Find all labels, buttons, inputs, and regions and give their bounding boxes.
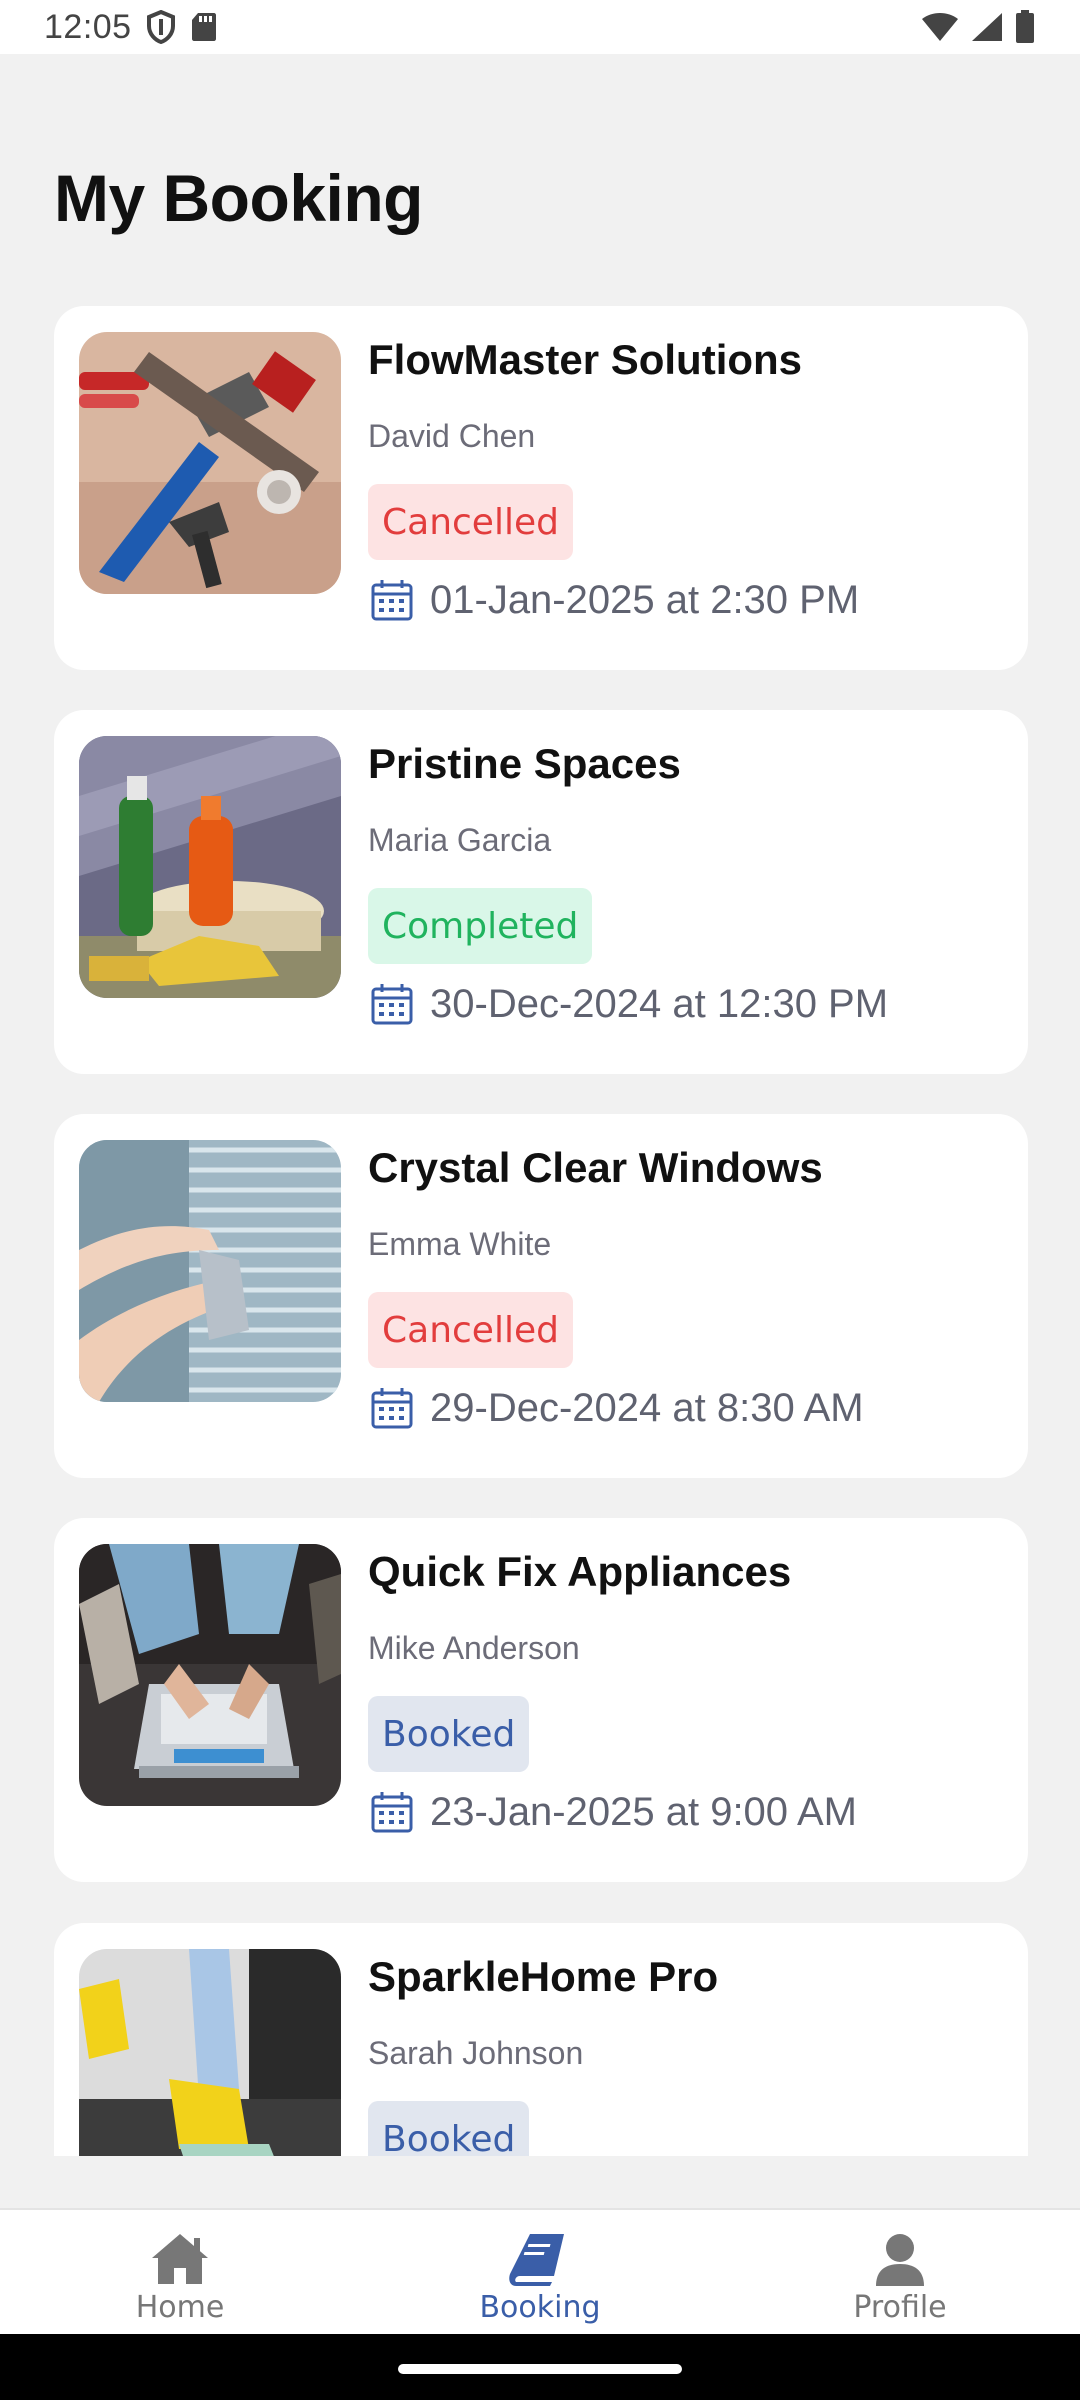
- bottom-nav: Home Booking Profile: [0, 2208, 1080, 2334]
- booking-thumbnail-appliances: [79, 1544, 341, 1806]
- book-icon: [509, 2234, 564, 2286]
- booking-datetime: 23-Jan-2025 at 9:00 AM: [430, 1789, 857, 1834]
- booking-card[interactable]: Quick Fix Appliances Mike Anderson Booke…: [54, 1518, 1028, 1882]
- booking-date: 29-Dec-2024 at 8:30 AM: [368, 1384, 864, 1432]
- wifi-icon: [920, 11, 960, 43]
- nav-item-home[interactable]: Home: [0, 2210, 360, 2334]
- status-bar: 12:05: [0, 0, 1080, 54]
- booking-title: Quick Fix Appliances: [368, 1548, 792, 1595]
- booking-card[interactable]: Pristine Spaces Maria Garcia Completed 3…: [54, 710, 1028, 1074]
- booking-provider: Emma White: [368, 1226, 552, 1262]
- booking-thumbnail-cleaning: [79, 736, 341, 998]
- booking-card[interactable]: SparkleHome Pro Sarah Johnson Booked: [54, 1923, 1028, 2156]
- booking-title: FlowMaster Solutions: [368, 336, 803, 383]
- page-title: My Booking: [54, 161, 424, 235]
- calendar-icon: [371, 580, 413, 621]
- status-right: [920, 10, 1036, 44]
- status-badge: Booked: [368, 2101, 530, 2156]
- battery-icon: [1014, 10, 1036, 44]
- person-icon: [876, 2234, 924, 2286]
- booking-provider: David Chen: [368, 418, 536, 454]
- booking-date: 30-Dec-2024 at 12:30 PM: [368, 980, 888, 1028]
- status-badge: Cancelled: [368, 484, 573, 560]
- shield-icon: [146, 10, 176, 44]
- booking-title: Crystal Clear Windows: [368, 1144, 823, 1191]
- booking-list[interactable]: FlowMaster Solutions David Chen Cancelle…: [0, 306, 1080, 2156]
- booking-title: SparkleHome Pro: [368, 1953, 719, 2000]
- booking-title: Pristine Spaces: [368, 740, 681, 787]
- home-indicator[interactable]: [398, 2364, 682, 2374]
- calendar-icon: [371, 984, 413, 1025]
- sd-card-icon: [190, 11, 218, 43]
- booking-thumbnail-windows: [79, 1140, 341, 1402]
- booking-provider: Mike Anderson: [368, 1630, 580, 1666]
- booking-datetime: 01-Jan-2025 at 2:30 PM: [430, 577, 860, 622]
- booking-datetime: 30-Dec-2024 at 12:30 PM: [430, 981, 889, 1026]
- status-badge: Cancelled: [368, 1292, 573, 1368]
- nav-item-profile[interactable]: Profile: [720, 2210, 1080, 2334]
- nav-item-booking[interactable]: Booking: [360, 2210, 720, 2334]
- status-badge: Completed: [368, 888, 593, 964]
- system-nav-bar: [0, 2334, 1080, 2400]
- booking-datetime: 29-Dec-2024 at 8:30 AM: [430, 1385, 864, 1430]
- booking-provider: Sarah Johnson: [368, 2035, 584, 2071]
- nav-label-home: Home: [135, 2290, 225, 2325]
- home-icon: [152, 2234, 208, 2284]
- status-left: 12:05: [44, 8, 218, 47]
- booking-provider: Maria Garcia: [368, 822, 552, 858]
- cell-signal-icon: [970, 11, 1004, 43]
- nav-label-profile: Profile: [853, 2290, 947, 2325]
- status-time: 12:05: [44, 7, 132, 46]
- booking-thumbnail-plumbing: [79, 332, 341, 594]
- booking-thumbnail-home-cleaning: [79, 1949, 341, 2156]
- booking-date: 23-Jan-2025 at 9:00 AM: [368, 1788, 857, 1836]
- booking-card[interactable]: FlowMaster Solutions David Chen Cancelle…: [54, 306, 1028, 670]
- status-badge: Booked: [368, 1696, 530, 1772]
- calendar-icon: [371, 1792, 413, 1833]
- nav-label-booking: Booking: [479, 2290, 601, 2325]
- booking-card[interactable]: Crystal Clear Windows Emma White Cancell…: [54, 1114, 1028, 1478]
- booking-date: 01-Jan-2025 at 2:30 PM: [368, 576, 859, 624]
- calendar-icon: [371, 1388, 413, 1429]
